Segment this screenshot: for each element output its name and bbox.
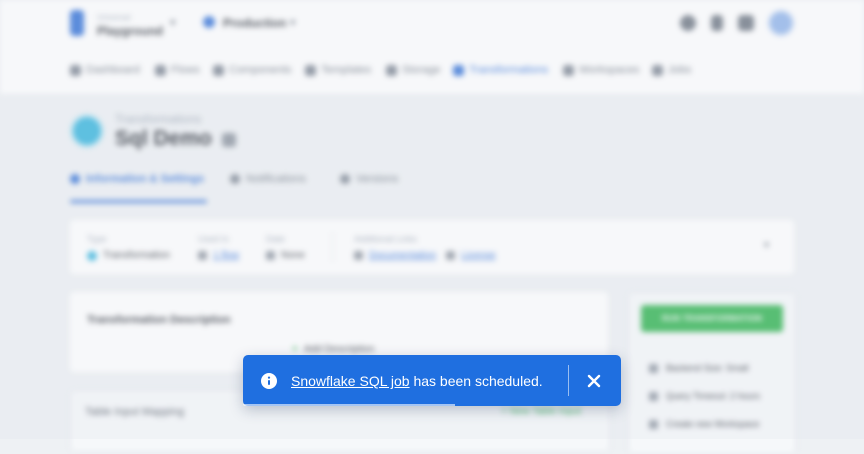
close-icon[interactable] — [582, 369, 606, 393]
toast-divider — [568, 365, 569, 396]
toast-message: Snowflake SQL job has been scheduled. — [291, 373, 543, 389]
toast-notification: Snowflake SQL job has been scheduled. — [243, 355, 621, 406]
job-link[interactable]: Snowflake SQL job — [291, 373, 410, 389]
toast-message-text: has been scheduled. — [409, 373, 543, 389]
info-icon — [261, 373, 277, 389]
toast-progress-bar — [243, 404, 455, 406]
